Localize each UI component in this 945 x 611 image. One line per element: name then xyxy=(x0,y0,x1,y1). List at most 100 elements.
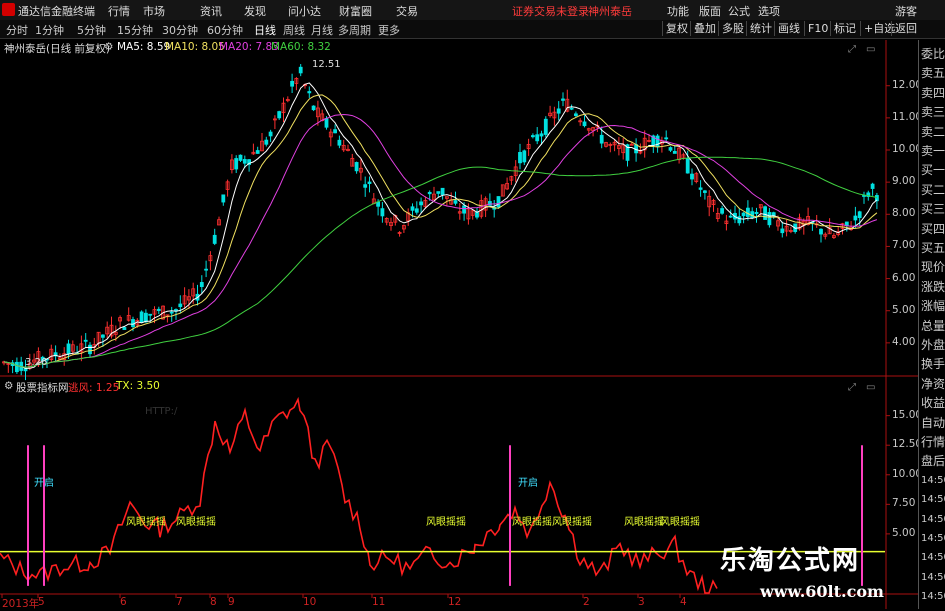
side-panel-item[interactable]: 14:50 xyxy=(921,550,945,566)
candle-body xyxy=(750,211,755,218)
side-panel-item[interactable]: 14:50 xyxy=(921,570,945,586)
candle-body xyxy=(156,308,161,311)
candle-body xyxy=(720,208,724,214)
side-panel-item[interactable]: 14:50 xyxy=(921,589,945,605)
candle-body xyxy=(746,207,750,217)
candle-body xyxy=(354,162,359,172)
side-panel-item[interactable]: 买三 xyxy=(921,201,945,217)
candle-body xyxy=(131,319,135,327)
candle-body xyxy=(690,173,694,180)
candle-body xyxy=(83,339,88,342)
candle-body xyxy=(66,343,71,355)
quote-side-panel[interactable]: 委比卖五卖四卖三卖二卖一买一买二买三买四买五现价涨跌涨幅总量外盘换手净资收益自动… xyxy=(918,40,945,609)
sub-expand-icon: ⤢ xyxy=(848,382,856,393)
candle-body xyxy=(561,98,565,101)
ma5-legend: MA5: 8.59 xyxy=(117,41,171,53)
signal-wind-label: 风眼摇摇 xyxy=(176,517,216,528)
candle-body xyxy=(290,80,295,87)
side-panel-item[interactable]: 14:50 xyxy=(921,531,945,547)
side-panel-item[interactable]: 卖三 xyxy=(921,104,945,120)
side-panel-item[interactable]: 盘后 xyxy=(921,453,945,469)
faint-watermark-text: HTTP:/ xyxy=(145,406,178,417)
side-panel-item[interactable]: 买二 xyxy=(921,182,945,198)
candle-body xyxy=(14,361,19,373)
candle-body xyxy=(101,334,105,338)
sub-shrink-icon: ▭ xyxy=(866,382,875,393)
candle-body xyxy=(363,184,368,188)
date-tick-label: 6 xyxy=(120,596,127,608)
low-price-label: 3.26 xyxy=(25,357,48,368)
date-tick-label: 5 xyxy=(38,596,45,608)
candle-body xyxy=(234,158,239,170)
candle-body xyxy=(857,211,862,218)
side-panel-item[interactable]: 总量 xyxy=(921,318,945,334)
side-panel-item[interactable]: 换手 xyxy=(921,356,945,372)
candle-body xyxy=(333,129,338,134)
side-panel-item[interactable]: 卖二 xyxy=(921,124,945,140)
date-tick-label: 10 xyxy=(303,596,317,608)
candle-body xyxy=(518,152,522,164)
candle-body xyxy=(539,133,544,137)
candle-body xyxy=(698,187,703,190)
ma10-line xyxy=(3,94,878,368)
high-price-label: 12.51 xyxy=(312,59,341,70)
side-panel-item[interactable]: 14:50 xyxy=(921,512,945,528)
date-tick-label: 2 xyxy=(583,596,590,608)
date-tick-label: 3 xyxy=(638,596,645,608)
indicator-line1 xyxy=(0,396,718,594)
candle-body xyxy=(668,147,673,151)
candle-body xyxy=(242,159,247,164)
side-panel-item[interactable]: 14:50 xyxy=(921,473,945,489)
expand-icon: ⤢ xyxy=(848,44,856,55)
side-panel-item[interactable]: 自动 xyxy=(921,415,945,431)
candle-body xyxy=(380,208,385,217)
candle-body xyxy=(664,137,669,140)
side-panel-item[interactable]: 收益 xyxy=(921,395,945,411)
signal-wind-label: 风眼摇摇 xyxy=(624,517,664,528)
side-panel-item[interactable]: 买五 xyxy=(921,240,945,256)
side-panel-item[interactable]: 行情 xyxy=(921,434,945,450)
settings-icon[interactable]: ⚙ xyxy=(104,41,113,53)
candle-body xyxy=(143,312,148,323)
side-panel-item[interactable]: 卖五 xyxy=(921,65,945,81)
candle-body xyxy=(419,201,424,206)
side-panel-item[interactable]: 14:50 xyxy=(921,492,945,508)
signal-open-label: 开启 xyxy=(518,478,538,489)
side-panel-item[interactable]: 涨幅 xyxy=(921,298,945,314)
candle-body xyxy=(277,111,282,119)
candle-body xyxy=(23,368,28,372)
side-panel-item[interactable]: 委比 xyxy=(921,46,945,62)
candle-body xyxy=(543,118,548,135)
candle-body xyxy=(255,150,260,154)
date-tick-label: 11 xyxy=(372,596,386,608)
candle-body xyxy=(531,135,535,138)
candle-body xyxy=(569,107,574,110)
side-panel-item[interactable]: 卖四 xyxy=(921,85,945,101)
candle-body xyxy=(703,190,707,193)
side-panel-item[interactable]: 净资 xyxy=(921,376,945,392)
price-tick-label: 9.00 xyxy=(892,175,916,188)
candle-body xyxy=(199,282,204,288)
site-url-watermark: www.60lt.com xyxy=(760,582,884,601)
candle-body xyxy=(819,228,823,235)
indicator-tick-label: 7.50 xyxy=(892,497,916,510)
signal-wind-label: 风眼摇摇 xyxy=(126,517,166,528)
side-panel-item[interactable]: 卖一 xyxy=(921,143,945,159)
ma10-legend: MA10: 8.05 xyxy=(165,41,225,53)
indicator-line2-legend: TX: 3.50 xyxy=(116,380,160,392)
candle-body xyxy=(238,154,243,161)
side-panel-item[interactable]: 买四 xyxy=(921,221,945,237)
candle-body xyxy=(212,234,217,244)
stock-title: 神州泰岳(日线 前复权) xyxy=(4,43,111,55)
side-panel-item[interactable]: 涨跌 xyxy=(921,279,945,295)
side-panel-item[interactable]: 买一 xyxy=(921,162,945,178)
candle-body xyxy=(462,205,467,214)
side-panel-item[interactable]: 现价 xyxy=(921,259,945,275)
indicator-title: 股票指标网 xyxy=(16,382,69,394)
candle-body xyxy=(221,194,226,203)
indicator-tick-label: 5.00 xyxy=(892,526,916,539)
date-tick-label: 12 xyxy=(448,596,462,608)
indicator-settings-icon[interactable]: ⚙ xyxy=(4,380,13,392)
side-panel-item[interactable]: 外盘 xyxy=(921,337,945,353)
ma20-legend: MA20: 7.83 xyxy=(219,41,279,53)
